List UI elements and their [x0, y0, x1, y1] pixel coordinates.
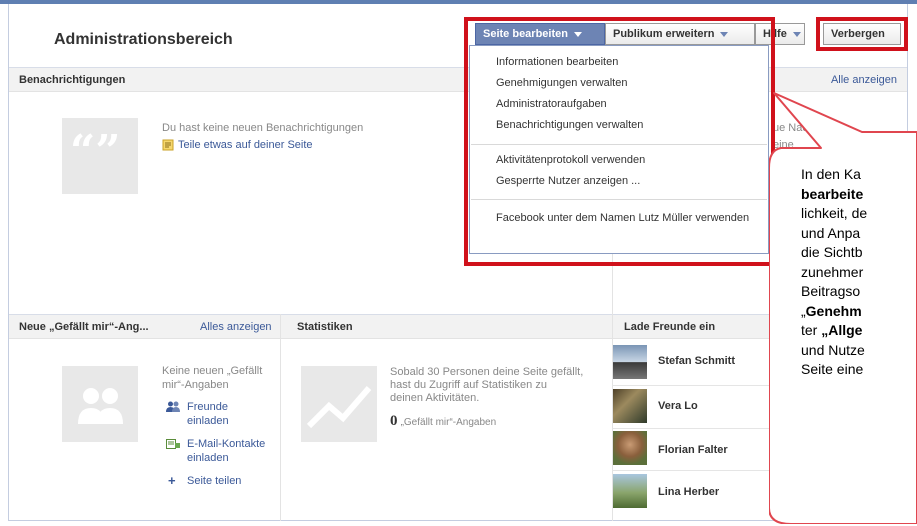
callout-line: lichkeit, de [801, 205, 868, 221]
callout-line: ter [801, 322, 822, 338]
friend-name: Stefan Schmitt [658, 355, 736, 367]
avatar [613, 431, 647, 465]
highlight-dropdown-box [464, 17, 775, 266]
callout-line: die Sichtb [801, 244, 863, 260]
invite-friends-link-2[interactable]: einladen [187, 415, 229, 427]
statistics-title: Statistiken [297, 321, 353, 333]
friend-name: Lina Herber [658, 486, 720, 498]
notifications-title: Benachrichtigungen [19, 74, 126, 86]
callout-line: Genehm [805, 302, 862, 319]
page-title: Administrationsbereich [54, 31, 233, 48]
quote-icon: “” [62, 118, 138, 194]
invite-email-link-2[interactable]: einladen [187, 452, 229, 464]
callout-line: In den Ka [801, 166, 861, 182]
note-icon [162, 139, 174, 151]
callout-line: und Nutze [801, 341, 865, 358]
callout-text: In den Ka bearbeite lichkeit, de und Anp… [801, 165, 917, 380]
callout-line: Beitragso [801, 283, 861, 299]
stats-info-3: deinen Aktivitäten. [390, 392, 480, 404]
invite-email-link[interactable]: E-Mail-Kontakte [187, 438, 265, 450]
callout-line: Seite eine [801, 361, 864, 377]
invite-friends-link[interactable]: Freunde [187, 401, 228, 413]
friend-name: Florian Falter [658, 444, 728, 456]
stats-info-1: Sobald 30 Personen deine Seite gefällt, [390, 366, 584, 378]
stats-info-2: hast du Zugriff auf Statistiken zu [390, 379, 547, 391]
avatar [613, 389, 647, 423]
people-icon [62, 366, 138, 442]
notifications-see-all-link[interactable]: Alle anzeigen [831, 74, 897, 86]
invite-friends-title: Lade Freunde ein [624, 321, 716, 333]
likes-count: 0 [390, 413, 398, 429]
chevron-down-icon [792, 31, 801, 37]
highlight-hide-box [816, 17, 908, 51]
friends-icon [166, 401, 180, 416]
friend-name: Vera Lo [658, 400, 698, 412]
likes-count-label: „Gefällt mir“-Angaben [400, 417, 497, 428]
share-page-link[interactable]: Seite teilen [187, 475, 241, 487]
new-likes-title: Neue „Gefällt mir“-Ang... [19, 321, 149, 333]
share-something-label: Teile etwas auf deiner Seite [178, 139, 313, 151]
callout-line: zunehmer [801, 263, 864, 280]
new-likes-see-all-link[interactable]: Alles anzeigen [200, 321, 272, 333]
likes-empty-text-2: mir“-Angaben [162, 379, 229, 391]
avatar [613, 345, 647, 379]
callout-line: bearbeite [801, 185, 864, 202]
chart-line-icon [301, 366, 377, 442]
column-divider-2 [280, 314, 281, 521]
plus-icon: + [168, 473, 176, 488]
notifications-empty-text: Du hast keine neuen Benachrichtigungen [162, 122, 364, 134]
avatar [613, 474, 647, 508]
callout-line: „Allge [821, 322, 863, 338]
callout-line: und Anpa [801, 224, 861, 241]
email-icon [166, 438, 180, 453]
share-something-link[interactable]: Teile etwas auf deiner Seite [162, 139, 313, 151]
likes-count-row: 0 „Gefällt mir“-Angaben [390, 413, 496, 430]
likes-empty-text-1: Keine neuen „Gefällt [162, 365, 263, 377]
